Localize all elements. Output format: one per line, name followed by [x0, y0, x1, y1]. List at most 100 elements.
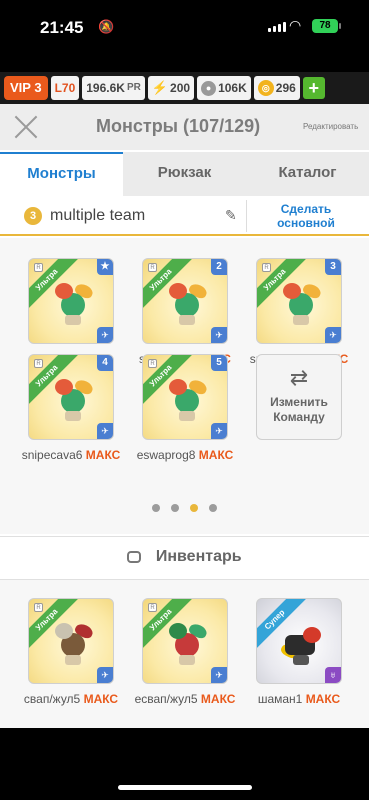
page-dot[interactable]	[152, 504, 160, 512]
battery-icon: 78	[312, 19, 341, 33]
make-main-label-2: основной	[277, 216, 335, 230]
monster-card[interactable]: Ультра R 5 ✈	[142, 354, 228, 440]
inventory-title: Инвентарь	[155, 548, 242, 565]
max-badge: МАКС	[200, 692, 236, 706]
paw-icon: ●	[201, 80, 217, 96]
element-icon: ✈	[211, 667, 227, 683]
monster-image	[277, 617, 325, 669]
change-team-label-2: Команду	[273, 410, 325, 424]
rank-icon: R	[34, 359, 43, 368]
slot-number: 5	[211, 355, 227, 371]
inventory-card[interactable]: Ультра R ✈	[142, 598, 228, 684]
monster-image	[163, 373, 211, 425]
food-value: 106K	[218, 81, 247, 95]
monster-image	[163, 277, 211, 329]
element-icon: ✈	[97, 667, 113, 683]
item-name: шаман1	[257, 692, 303, 706]
element-icon: ✈	[97, 423, 113, 439]
max-badge: МАКС	[83, 692, 119, 706]
monster-image	[277, 277, 325, 329]
cat-icon	[127, 551, 142, 563]
page-dot-active[interactable]	[190, 504, 198, 512]
mute-bell-icon: 🔕	[98, 19, 115, 34]
close-icon[interactable]	[13, 114, 39, 140]
element-icon: ♅	[325, 667, 341, 683]
monster-image	[163, 617, 211, 669]
gold-stat[interactable]: ◎ 296	[253, 76, 300, 100]
make-main-button[interactable]: Сделать основной	[254, 202, 358, 230]
max-badge: МАКС	[198, 448, 234, 462]
energy-value: 200	[170, 81, 191, 95]
food-stat[interactable]: ● 106K	[197, 76, 251, 100]
wifi-icon: ◠	[289, 17, 302, 33]
slot-number: 3	[325, 259, 341, 275]
gold-value: 296	[275, 81, 296, 95]
team-name: multiple team	[50, 207, 146, 224]
leader-star-icon: ★	[97, 259, 113, 275]
page-indicator	[152, 504, 217, 512]
page-title: Монстры (107/129)	[96, 116, 261, 136]
tab-backpack[interactable]: Рюкзак	[123, 152, 246, 196]
inventory-label: есвап/жул5 МАКС	[127, 692, 243, 706]
make-main-label-1: Сделать	[280, 202, 332, 216]
page-dot[interactable]	[209, 504, 217, 512]
max-badge: МАКС	[85, 448, 121, 462]
monsters-panel: Монстры (107/129) Редактировать Монстры …	[0, 104, 369, 728]
page-dot[interactable]	[171, 504, 179, 512]
edit-button[interactable]: Редактировать	[303, 122, 358, 131]
team-selector: 3 multiple team ✎ Сделать основной	[0, 196, 369, 236]
rank-icon: R	[148, 263, 157, 272]
item-name: свап/жул5	[23, 692, 81, 706]
status-time: 21:45	[40, 18, 84, 37]
tab-monsters[interactable]: Монстры	[0, 152, 123, 196]
slot-number: 4	[97, 355, 113, 371]
bottom-safe-area	[0, 728, 369, 800]
inventory-card[interactable]: Супер ♅	[256, 598, 342, 684]
element-icon: ✈	[211, 327, 227, 343]
monster-image	[49, 277, 97, 329]
monster-label: snipecava6 МАКС	[13, 448, 129, 462]
rank-icon: R	[34, 263, 43, 272]
divider	[246, 200, 247, 232]
energy-stat[interactable]: ⚡ 200	[147, 76, 195, 100]
monster-image	[49, 617, 97, 669]
monster-name: snipecava6	[21, 448, 83, 462]
resource-bar: VIP 3 L70 196.6K PR ⚡ 200 ● 106K ◎ 296 +	[0, 72, 369, 104]
monster-image	[49, 373, 97, 425]
pencil-icon[interactable]: ✎	[225, 207, 237, 224]
tab-bar: Монстры Рюкзак Каталог	[0, 152, 369, 196]
inventory-list: Ультра R ✈ свап/жул5 МАКС Ультра R ✈ есв…	[0, 580, 369, 728]
max-badge: МАКС	[305, 692, 341, 706]
power-value: 196.6K	[86, 81, 125, 95]
inventory-label: шаман1 МАКС	[241, 692, 357, 706]
rank-icon: R	[148, 359, 157, 368]
item-name: есвап/жул5	[134, 692, 198, 706]
element-icon: ✈	[211, 423, 227, 439]
vip-badge[interactable]: VIP 3	[4, 76, 48, 100]
add-currency-button[interactable]: +	[302, 77, 325, 99]
team-number-badge: 3	[24, 207, 42, 225]
change-team-label-1: Изменить	[270, 395, 328, 409]
change-team-button[interactable]: ⇄ Изменить Команду	[256, 354, 342, 440]
monster-card[interactable]: Ультра R ★ ✈	[28, 258, 114, 344]
home-indicator[interactable]	[118, 785, 252, 790]
inventory-card[interactable]: Ультра R ✈	[28, 598, 114, 684]
monster-name: eswaprog8	[136, 448, 196, 462]
element-icon: ✈	[97, 327, 113, 343]
power-unit: PR	[126, 82, 141, 93]
inventory-label: свап/жул5 МАКС	[13, 692, 129, 706]
element-icon: ✈	[325, 327, 341, 343]
tab-catalog[interactable]: Каталог	[246, 152, 369, 196]
rank-icon: R	[148, 603, 157, 612]
panel-header: Монстры (107/129) Редактировать	[0, 104, 369, 150]
power-stat: 196.6K PR	[82, 76, 145, 100]
signal-icon	[268, 22, 286, 32]
inventory-header: Инвентарь	[0, 536, 369, 580]
monster-card[interactable]: Ультра R 3 ✈	[256, 258, 342, 344]
team-grid: Ультра R ★ ✈ cava МАКС Ультра R 2 ✈ snip…	[0, 238, 369, 534]
monster-label: eswaprog8 МАКС	[127, 448, 243, 462]
monster-card[interactable]: Ультра R 4 ✈	[28, 354, 114, 440]
slot-number: 2	[211, 259, 227, 275]
coin-icon: ◎	[257, 80, 274, 96]
monster-card[interactable]: Ультра R 2 ✈	[142, 258, 228, 344]
